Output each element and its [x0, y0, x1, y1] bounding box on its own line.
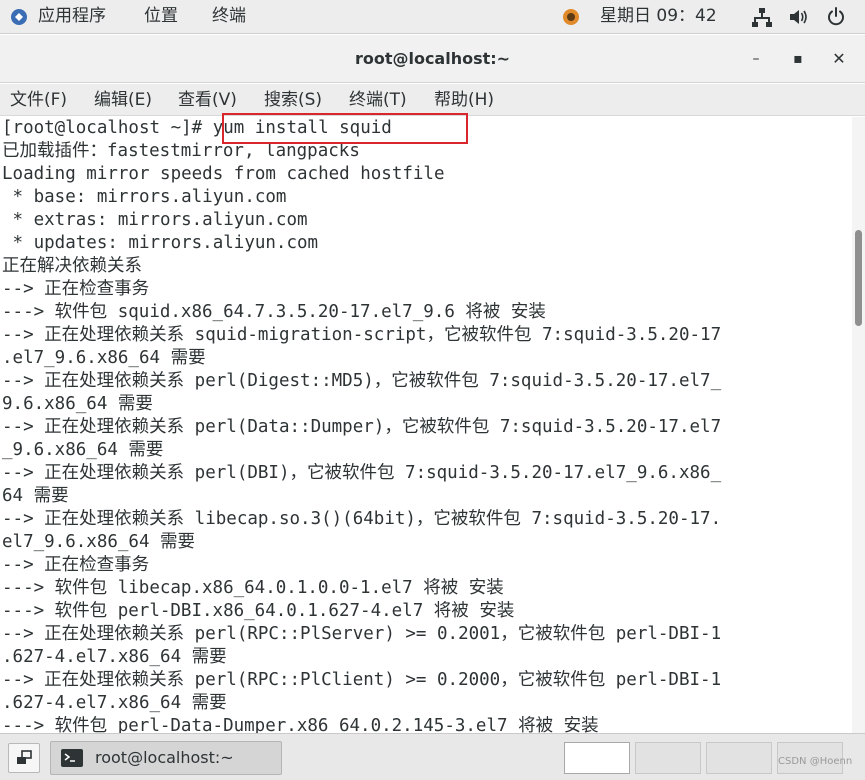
- terminal-line: * extras: mirrors.aliyun.com: [2, 210, 308, 230]
- top-panel: 应用程序 位置 终端 星期日 09：42: [0, 0, 865, 34]
- terminal-line: --> 正在检查事务: [2, 555, 150, 575]
- terminal-line: --> 正在处理依赖关系 squid-migration-script，它被软件…: [2, 325, 722, 345]
- taskbar-terminal-item[interactable]: root@localhost:~: [50, 741, 282, 775]
- terminal-line: * updates: mirrors.aliyun.com: [2, 233, 319, 253]
- terminal-output[interactable]: [root@localhost ~]# yum install squid 已加…: [0, 117, 852, 733]
- power-icon[interactable]: [826, 7, 846, 27]
- menu-help[interactable]: 帮助(H): [434, 84, 494, 116]
- taskbar-item-label: root@localhost:~: [95, 748, 234, 767]
- network-icon[interactable]: [752, 7, 772, 27]
- workspace-1[interactable]: [564, 742, 630, 774]
- show-desktop-button[interactable]: [8, 743, 40, 773]
- menu-file[interactable]: 文件(F): [10, 84, 67, 116]
- terminal-line: el7_9.6.x86_64 需要: [2, 532, 196, 552]
- terminal-line: 正在解决依赖关系: [2, 256, 142, 276]
- terminal-line: ---> 软件包 libecap.x86_64.0.1.0.0-1.el7 将被…: [2, 578, 504, 598]
- menu-search[interactable]: 搜索(S): [264, 84, 322, 116]
- terminal-line: ---> 软件包 perl-Data-Dumper.x86_64.0.2.145…: [2, 716, 599, 733]
- terminal-scrollbar[interactable]: [852, 117, 865, 733]
- watermark: CSDN @Hoenn: [778, 756, 853, 767]
- terminal-line: --> 正在处理依赖关系 perl(Digest::MD5)，它被软件包 7:s…: [2, 371, 722, 391]
- workspace-2[interactable]: [635, 742, 701, 774]
- terminal-line: --> 正在检查事务: [2, 279, 150, 299]
- terminal-line: --> 正在处理依赖关系 libecap.so.3()(64bit)，它被软件包…: [2, 509, 722, 529]
- bottom-panel: root@localhost:~: [0, 733, 865, 780]
- applications-menu[interactable]: 应用程序: [38, 0, 106, 34]
- terminal-line: _9.6.x86_64 需要: [2, 440, 164, 460]
- menu-terminal[interactable]: 终端(T): [349, 84, 407, 116]
- maximize-button[interactable]: ▪: [788, 49, 808, 69]
- terminal-icon: [61, 749, 83, 767]
- terminal-menu[interactable]: 终端: [212, 0, 246, 34]
- menu-view[interactable]: 查看(V): [178, 84, 237, 116]
- window-title: root@localhost:~: [354, 49, 511, 68]
- terminal-line: .627-4.el7.x86_64 需要: [2, 693, 227, 713]
- terminal-line: --> 正在处理依赖关系 perl(Data::Dumper)，它被软件包 7:…: [2, 417, 722, 437]
- terminal-line: .627-4.el7.x86_64 需要: [2, 647, 227, 667]
- terminal-line: --> 正在处理依赖关系 perl(DBI)，它被软件包 7:squid-3.5…: [2, 463, 722, 483]
- terminal-line: --> 正在处理依赖关系 perl(RPC::PlServer) >= 0.20…: [2, 624, 722, 644]
- menu-bar: 文件(F) 编辑(E) 查看(V) 搜索(S) 终端(T) 帮助(H): [0, 84, 865, 116]
- terminal-line: ---> 软件包 squid.x86_64.7.3.5.20-17.el7_9.…: [2, 302, 546, 322]
- terminal-line: ---> 软件包 perl-DBI.x86_64.0.1.627-4.el7 将…: [2, 601, 515, 621]
- applications-icon[interactable]: [10, 8, 28, 26]
- terminal-line: 64 需要: [2, 486, 69, 506]
- show-desktop-icon: [17, 750, 32, 764]
- close-button[interactable]: ✕: [829, 49, 849, 69]
- menu-edit[interactable]: 编辑(E): [94, 84, 152, 116]
- volume-icon[interactable]: [789, 8, 809, 26]
- terminal-line: .el7_9.6.x86_64 需要: [2, 348, 206, 368]
- weather-icon[interactable]: [562, 8, 580, 26]
- command-highlight-box: [222, 113, 468, 144]
- places-menu[interactable]: 位置: [144, 0, 178, 34]
- workspace-3[interactable]: [706, 742, 772, 774]
- terminal-line: Loading mirror speeds from cached hostfi…: [2, 164, 445, 184]
- terminal-line: * base: mirrors.aliyun.com: [2, 187, 287, 207]
- window-titlebar[interactable]: root@localhost:~ – ▪ ✕: [0, 35, 865, 83]
- scrollbar-thumb[interactable]: [855, 230, 862, 326]
- clock[interactable]: 星期日 09：42: [600, 0, 717, 34]
- terminal-line: 9.6.x86_64 需要: [2, 394, 153, 414]
- terminal-line: --> 正在处理依赖关系 perl(RPC::PlClient) >= 0.20…: [2, 670, 722, 690]
- minimize-button[interactable]: –: [746, 49, 766, 69]
